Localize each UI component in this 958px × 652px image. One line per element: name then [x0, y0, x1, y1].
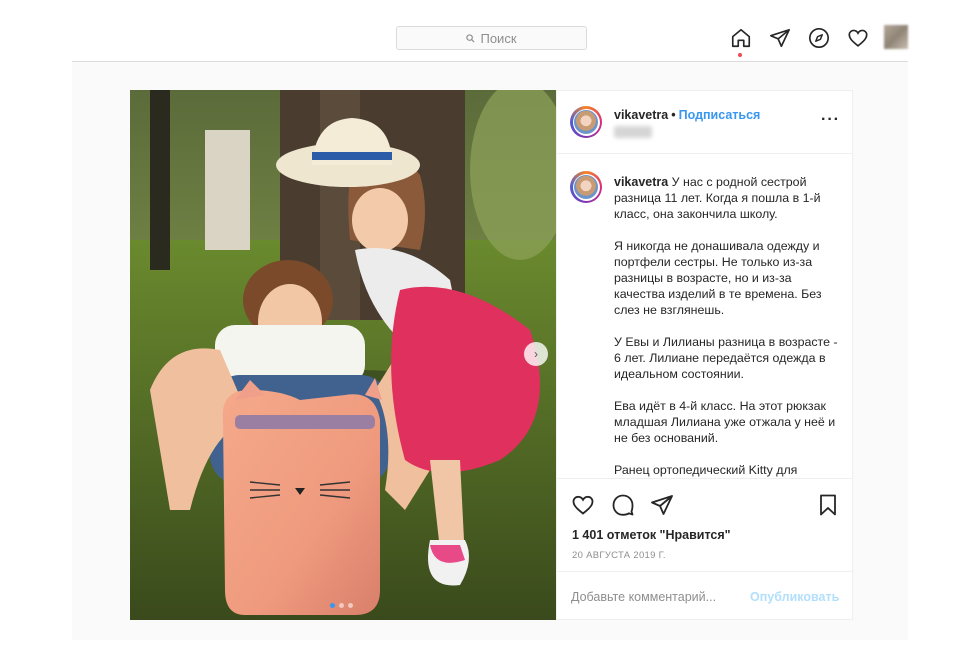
caption-username[interactable]: vikavetra [614, 175, 668, 189]
chevron-right-icon: › [534, 347, 538, 361]
carousel-dot [339, 603, 344, 608]
search-input[interactable]: Поиск [396, 26, 587, 50]
post-header-text: vikavetra • Подписаться [614, 108, 760, 122]
post-date[interactable]: 20 АВГУСТА 2019 Г. [572, 550, 666, 561]
more-options-icon[interactable]: ··· [821, 111, 840, 129]
comment-input[interactable]: Добавьте комментарий... [571, 590, 716, 604]
post-caption: vikavetra У нас с родной сестрой разница… [614, 174, 839, 478]
home-icon[interactable] [730, 27, 752, 49]
search-placeholder: Поиск [480, 30, 517, 46]
activity-heart-icon[interactable] [847, 27, 869, 49]
follow-button[interactable]: Подписаться [679, 108, 761, 122]
avatar-ring [572, 108, 600, 136]
save-bookmark-icon[interactable] [816, 493, 840, 517]
publish-button[interactable]: Опубликовать [750, 590, 839, 604]
carousel-next-button[interactable]: › [524, 342, 548, 366]
post-photo[interactable]: › [130, 90, 556, 620]
separator-dot: • [671, 108, 676, 122]
avatar-image [574, 175, 598, 199]
caption-paragraph: Ева идёт в 4-й класс. На этот рюкзак мла… [614, 399, 836, 445]
notification-dot [738, 53, 742, 57]
location-blurred[interactable] [614, 126, 652, 138]
likes-count[interactable]: 1 401 отметок "Нравится" [572, 528, 731, 542]
top-navigation-bar: Поиск [0, 0, 958, 62]
caption-paragraph: vikavetra У нас с родной сестрой разница… [614, 174, 839, 222]
share-icon[interactable] [650, 493, 674, 517]
author-avatar[interactable] [570, 106, 602, 138]
carousel-dots [330, 603, 353, 608]
caption-paragraph: Я никогда не донашивала одежду и портфел… [614, 239, 822, 317]
caption-author-avatar[interactable] [570, 171, 602, 203]
like-heart-icon[interactable] [571, 493, 595, 517]
avatar-image [574, 110, 598, 134]
direct-icon[interactable] [769, 27, 791, 49]
photo-illustration [130, 90, 556, 620]
avatar-ring [572, 173, 600, 201]
comment-form: Добавьте комментарий... Опубликовать [557, 571, 852, 620]
search-icon [466, 33, 475, 43]
carousel-dot [348, 603, 353, 608]
caption-paragraph: Ранец ортопедический Kitty для [614, 463, 798, 477]
author-username[interactable]: vikavetra [614, 108, 668, 122]
carousel-dot [330, 603, 335, 608]
caption-paragraph: У Евы и Лилианы разница в возрасте - 6 л… [614, 335, 838, 381]
post-details-panel: vikavetra • Подписаться ··· vikavetra У на… [556, 90, 853, 620]
post-header: vikavetra • Подписаться ··· [557, 91, 852, 154]
profile-avatar[interactable] [884, 25, 908, 49]
post-actions: 1 401 отметок "Нравится" 20 АВГУСТА 2019… [557, 478, 852, 564]
explore-icon[interactable] [808, 27, 830, 49]
comment-icon[interactable] [611, 493, 635, 517]
caption-area: vikavetra У нас с родной сестрой разница… [557, 154, 852, 478]
